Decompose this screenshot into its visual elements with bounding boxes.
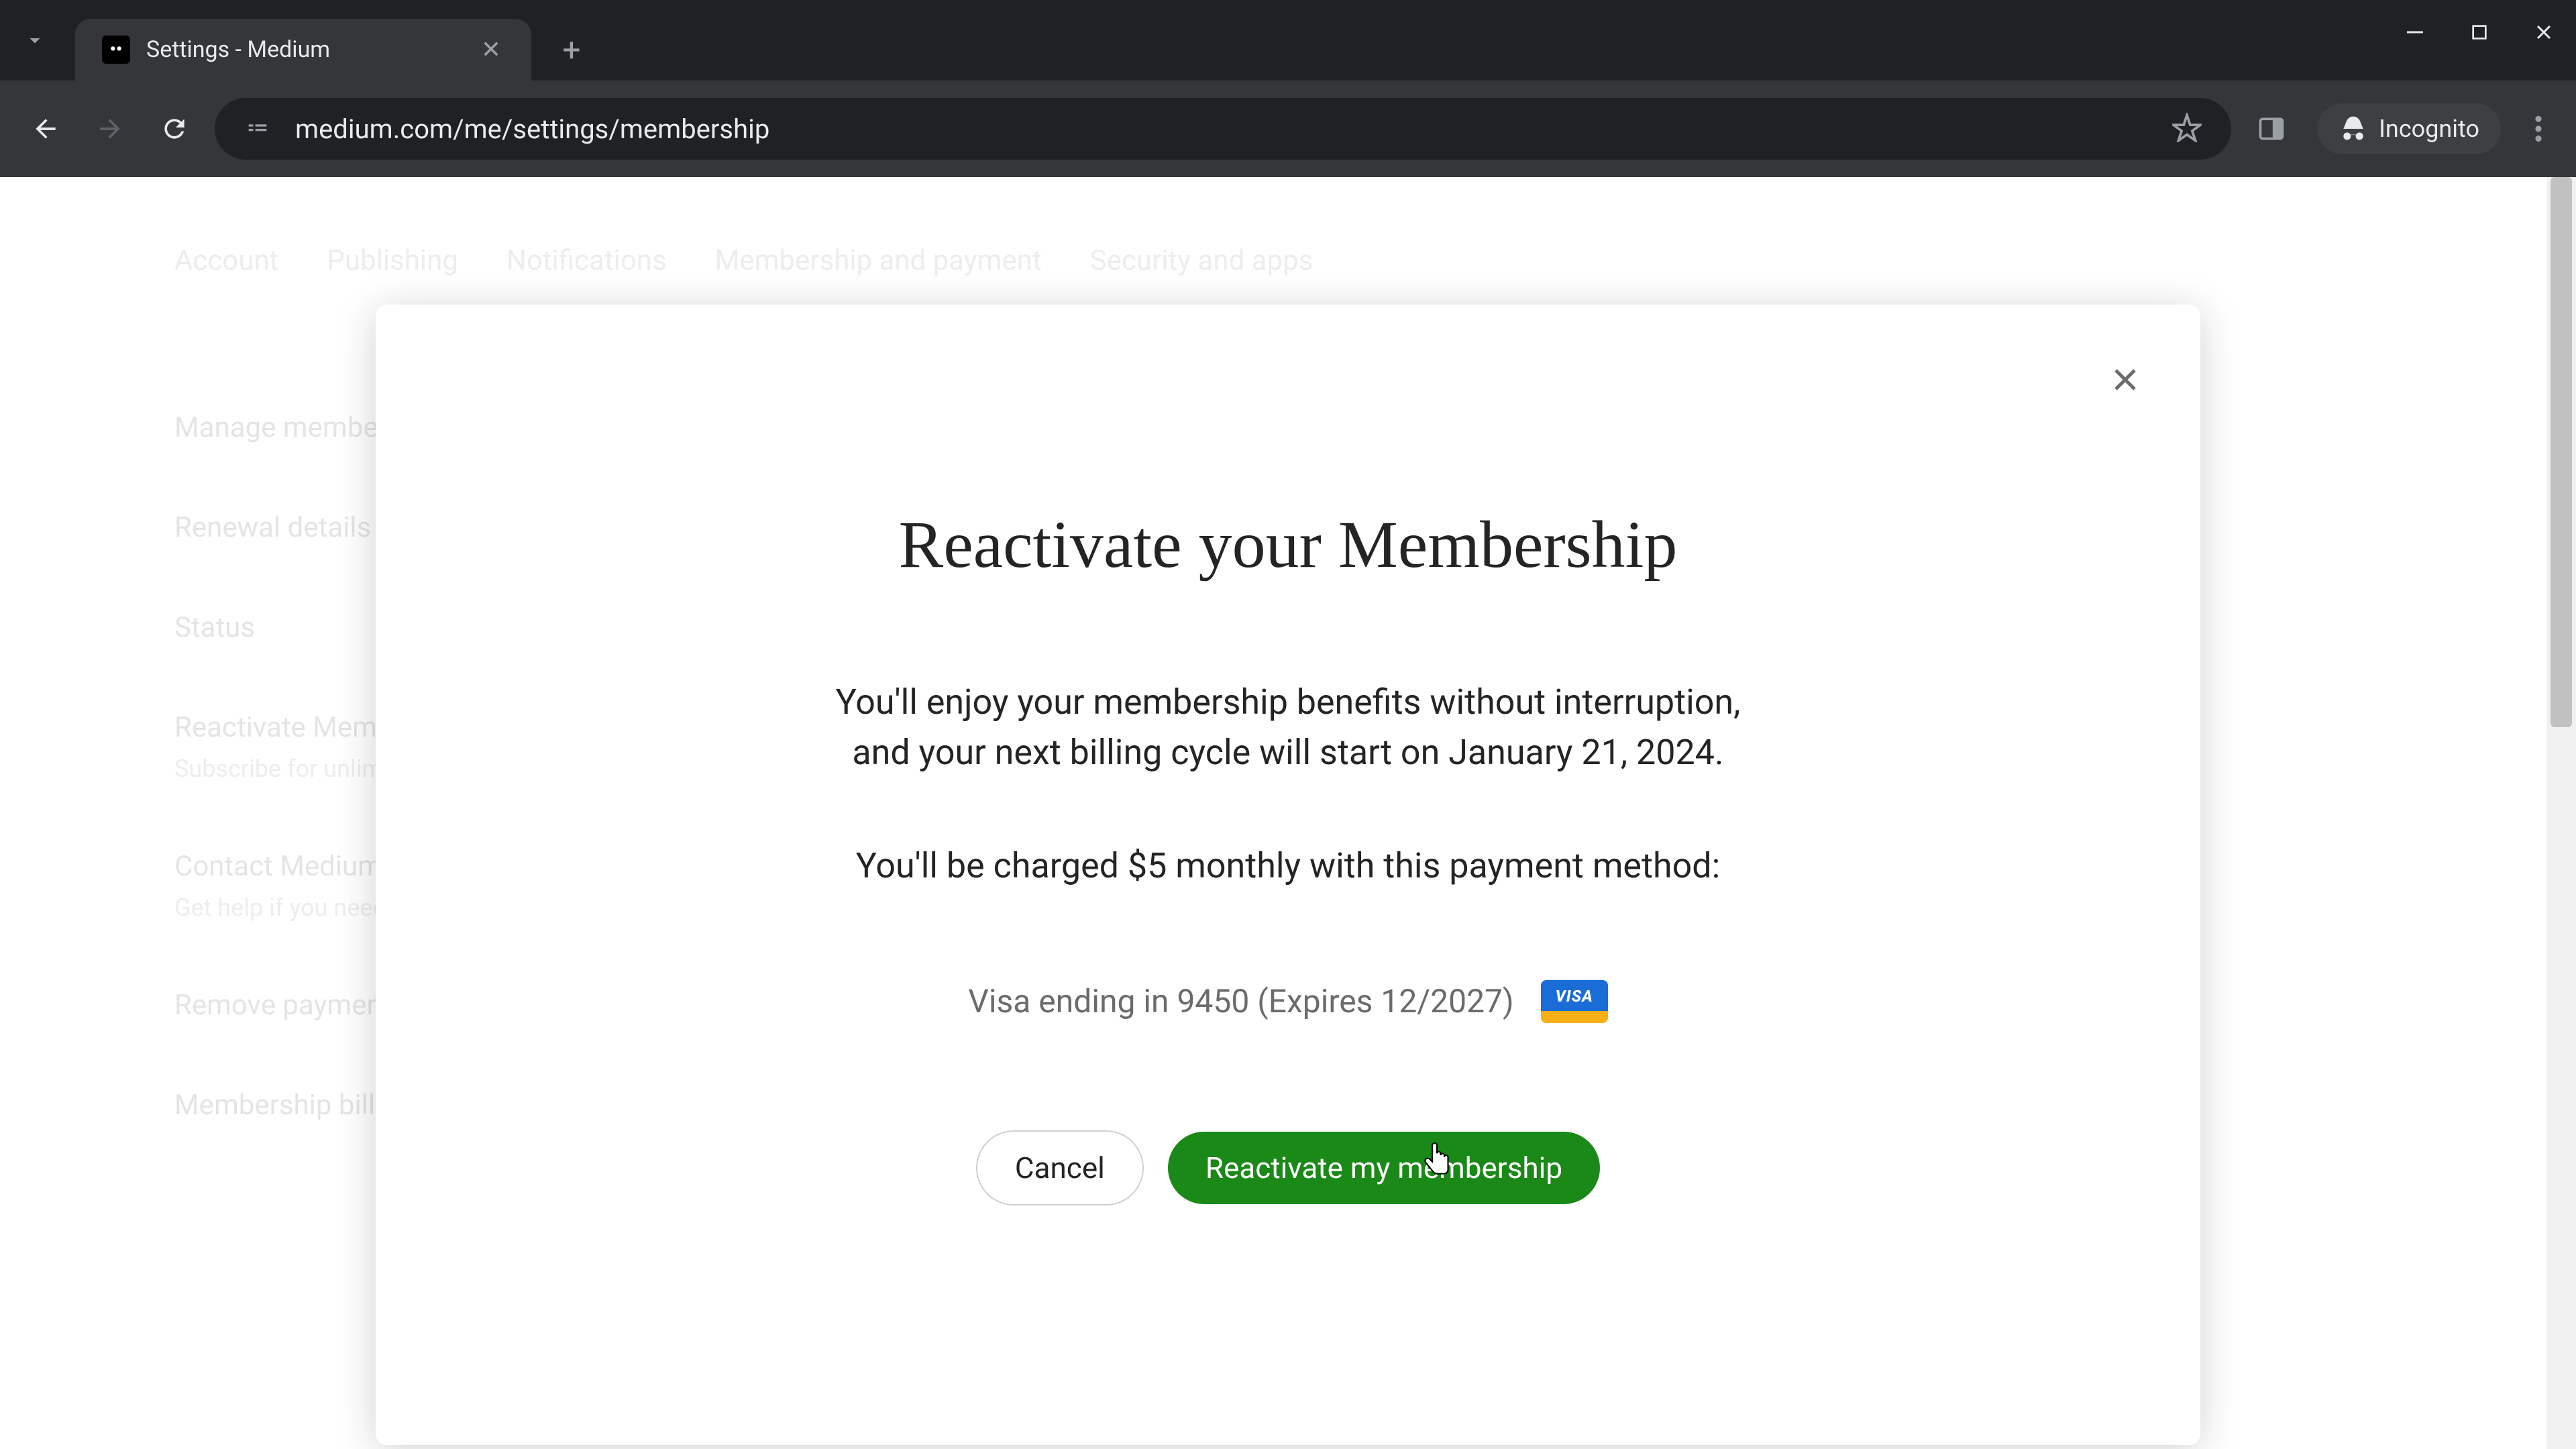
browser-chrome: •• Settings - Medium ✕ +: [0, 0, 2576, 177]
address-bar[interactable]: medium.com/me/settings/membership: [215, 98, 2231, 160]
modal-title: Reactivate your Membership: [899, 506, 1678, 583]
tab-search-dropdown[interactable]: [11, 16, 59, 64]
address-bar-row: medium.com/me/settings/membership Incogn…: [0, 80, 2576, 177]
modal-actions: Cancel Reactivate my membership: [976, 1130, 1600, 1205]
site-info-icon[interactable]: [241, 113, 274, 145]
browser-tab[interactable]: •• Settings - Medium ✕: [75, 19, 531, 80]
side-panel-button[interactable]: [2247, 105, 2296, 153]
back-button[interactable]: [21, 105, 70, 153]
tab-title: Settings - Medium: [146, 36, 462, 63]
reactivate-button[interactable]: Reactivate my membership: [1168, 1132, 1600, 1204]
close-modal-button[interactable]: [2104, 358, 2147, 401]
incognito-label: Incognito: [2379, 115, 2479, 143]
maximize-button[interactable]: [2463, 16, 2496, 48]
modal-overlay[interactable]: Reactivate your Membership You'll enjoy …: [0, 177, 2576, 1449]
incognito-badge[interactable]: Incognito: [2317, 103, 2501, 154]
scrollbar-thumb[interactable]: [2551, 177, 2572, 727]
modal-charge-line: You'll be charged $5 monthly with this p…: [856, 845, 1720, 886]
bookmark-button[interactable]: [2172, 113, 2204, 145]
page-viewport: Account Publishing Notifications Members…: [0, 177, 2576, 1449]
payment-method-row: Visa ending in 9450 (Expires 12/2027) VI…: [968, 980, 1607, 1023]
reload-button[interactable]: [150, 105, 199, 153]
toolbar-right: Incognito: [2247, 103, 2555, 154]
url-text: medium.com/me/settings/membership: [295, 113, 2151, 145]
tab-bar: •• Settings - Medium ✕ +: [0, 0, 2576, 80]
browser-menu-button[interactable]: [2522, 114, 2555, 144]
close-tab-button[interactable]: ✕: [478, 36, 504, 63]
payment-method-text: Visa ending in 9450 (Expires 12/2027): [968, 982, 1513, 1020]
close-window-button[interactable]: [2528, 16, 2560, 48]
tab-favicon: ••: [102, 36, 130, 64]
new-tab-button[interactable]: +: [547, 25, 596, 74]
minimize-button[interactable]: [2399, 16, 2431, 48]
reactivate-modal: Reactivate your Membership You'll enjoy …: [376, 305, 2200, 1445]
cancel-button[interactable]: Cancel: [976, 1130, 1144, 1205]
visa-card-icon: VISA: [1541, 980, 1608, 1023]
forward-button[interactable]: [86, 105, 134, 153]
window-controls: [2399, 16, 2560, 48]
scrollbar-track[interactable]: [2546, 177, 2576, 1449]
modal-description: You'll enjoy your membership benefits wi…: [818, 677, 1758, 778]
